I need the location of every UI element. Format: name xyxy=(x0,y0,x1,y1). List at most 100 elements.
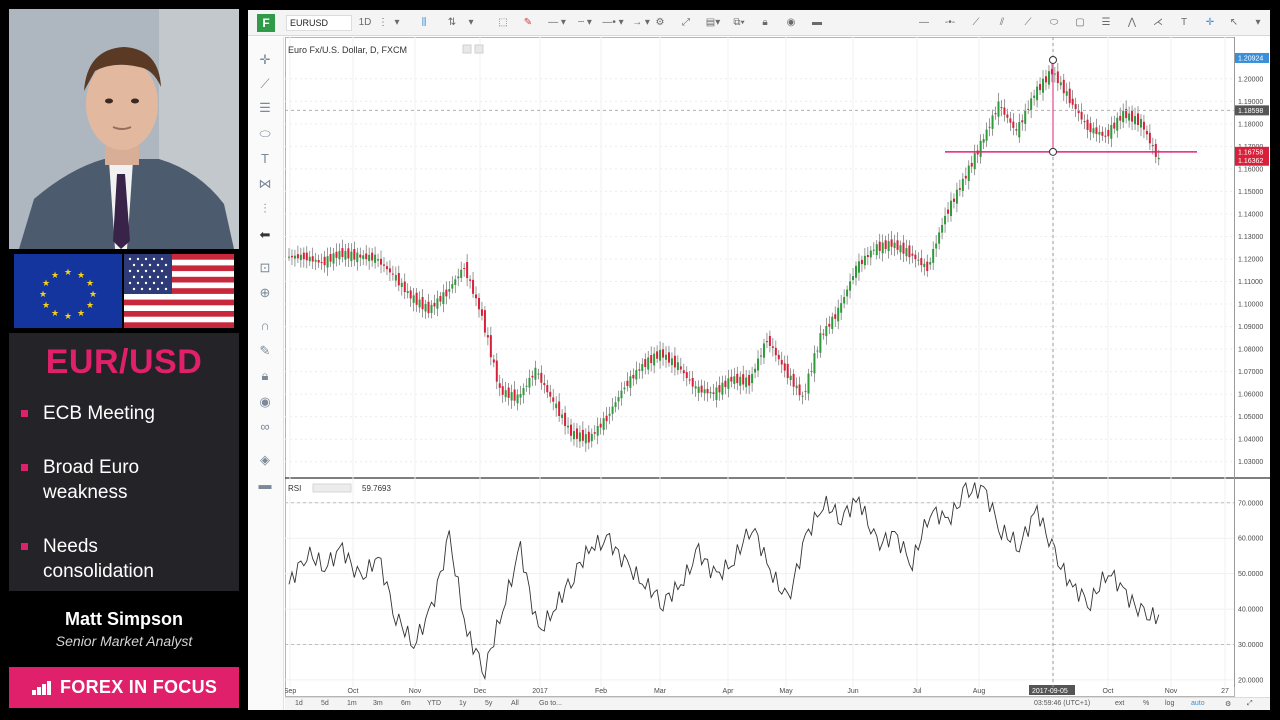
svg-text:★: ★ xyxy=(86,301,94,311)
settings-icon[interactable] xyxy=(462,44,472,54)
trendline-tool-icon[interactable]: ⟋ xyxy=(256,75,274,93)
pen-icon[interactable]: ✎ xyxy=(520,14,536,32)
candle-body xyxy=(1134,116,1137,125)
timeframe-1m[interactable]: 1m xyxy=(347,700,357,707)
timeframe-ytd[interactable]: YTD xyxy=(427,700,441,707)
crosshair-tool-icon[interactable]: ✛ xyxy=(256,51,274,69)
candle-body xyxy=(727,378,730,389)
line-style-icon[interactable]: — ▾ xyxy=(544,14,570,32)
candle-body xyxy=(1083,121,1086,123)
trash-icon[interactable]: ▬ xyxy=(809,14,825,32)
eye-icon[interactable]: ◉ xyxy=(783,14,799,32)
time-tick-label: Oct xyxy=(1103,688,1114,695)
timeframe-5y[interactable]: 5y xyxy=(485,700,492,707)
rsi-settings-icon[interactable] xyxy=(312,483,352,493)
path-icon[interactable]: ⋌ xyxy=(1150,14,1166,32)
horizontal-line-icon[interactable]: — xyxy=(916,14,932,32)
timeframe-all[interactable]: All xyxy=(511,700,519,707)
time-tick-label: Nov xyxy=(409,688,422,695)
link-icon[interactable]: ∞ xyxy=(256,418,274,436)
line-width-icon[interactable]: ┄ ▾ xyxy=(572,14,598,32)
more-icon[interactable]: ⋮ xyxy=(378,14,388,32)
candle-body xyxy=(489,335,492,358)
candle-body xyxy=(546,385,549,393)
magnet-icon[interactable]: ∩ xyxy=(256,317,274,335)
fib-icon[interactable]: ☰ xyxy=(1098,14,1114,32)
timeframe-5d[interactable]: 5d xyxy=(321,700,329,707)
candle-body xyxy=(938,232,941,244)
settings-icon[interactable]: ⚙ xyxy=(1225,700,1231,708)
ray-icon[interactable]: -•- xyxy=(942,14,958,32)
bullet-text: ECB Meeting xyxy=(43,403,155,424)
candle-body xyxy=(567,425,570,428)
crosshair-icon[interactable]: ✛ xyxy=(1202,14,1218,32)
interval-button[interactable]: 1D xyxy=(358,14,372,32)
timeframe-1d[interactable]: 1d xyxy=(295,700,303,707)
timeframe-3m[interactable]: 3m xyxy=(373,700,383,707)
chevron-down-icon[interactable]: ▾ xyxy=(392,14,402,32)
line-end-icon[interactable]: —• ▾ xyxy=(600,14,626,32)
back-arrow-icon[interactable]: ⬅ xyxy=(256,226,274,244)
layers-icon[interactable]: ▤▾ xyxy=(704,14,722,32)
shape-tool-icon[interactable]: ⬭ xyxy=(256,125,274,143)
projection-tool-icon[interactable]: ⫶ xyxy=(256,200,274,218)
trash-tool-icon[interactable]: ▬ xyxy=(256,476,274,494)
candle-body xyxy=(460,269,463,278)
symbol-input[interactable] xyxy=(286,15,352,31)
timeframe-1y[interactable]: 1y xyxy=(459,700,466,707)
layers-tool-icon[interactable]: ◈ xyxy=(256,451,274,469)
candle-body xyxy=(528,377,531,388)
candle-body xyxy=(926,261,929,272)
goto-date-button[interactable]: Go to... xyxy=(539,700,562,707)
candle-body xyxy=(1033,95,1036,98)
candle-body xyxy=(611,406,614,414)
chart-area[interactable]: 1.200001.190001.180001.170001.160001.150… xyxy=(285,37,1270,697)
copy-icon[interactable]: ⧉▾ xyxy=(730,14,748,32)
brush-icon[interactable]: ⟋ xyxy=(1020,14,1036,32)
hide-drawings-icon[interactable]: ◉ xyxy=(256,393,274,411)
candle-body xyxy=(629,376,632,388)
rectangle-icon[interactable]: ▢ xyxy=(1072,14,1088,32)
indicators-icon[interactable]: ⬚ xyxy=(495,14,511,32)
ext-toggle[interactable]: ext xyxy=(1115,700,1124,707)
candle-body xyxy=(647,357,650,370)
app-logo[interactable]: F xyxy=(257,14,275,32)
settings-icon[interactable]: ⚙ xyxy=(652,14,668,32)
svg-text:★: ★ xyxy=(39,290,47,300)
candle-body xyxy=(1039,83,1042,91)
cursor-icon[interactable]: ↖ xyxy=(1226,14,1242,32)
candle-body xyxy=(457,276,460,279)
measure-tool-icon[interactable]: ⊡ xyxy=(256,259,274,277)
draw-mode-icon[interactable]: ✎ xyxy=(256,342,274,360)
candle-body xyxy=(875,244,878,256)
lock-drawings-icon[interactable]: 🔒︎ xyxy=(256,367,274,385)
percent-toggle[interactable]: % xyxy=(1143,700,1149,707)
fib-tool-icon[interactable]: ☰ xyxy=(256,99,274,117)
lock-icon[interactable]: 🔒︎ xyxy=(757,14,773,32)
ellipse-icon[interactable]: ⬭ xyxy=(1046,14,1062,32)
candle-body xyxy=(1047,71,1050,85)
snapshot-icon[interactable]: ⤢ xyxy=(678,14,694,32)
channel-icon[interactable]: ⫽ xyxy=(994,14,1010,32)
auto-toggle[interactable]: auto xyxy=(1191,700,1205,707)
candle-body xyxy=(777,354,780,360)
candle-body xyxy=(866,255,869,257)
compare-icon[interactable]: ⇅ xyxy=(444,14,460,32)
arrow-icon[interactable]: → ▾ xyxy=(628,14,654,32)
chevron-down-icon[interactable]: ▾ xyxy=(1252,14,1264,32)
trendline-icon[interactable]: ⟋ xyxy=(968,14,984,32)
pattern-tool-icon[interactable]: ⋈ xyxy=(256,175,274,193)
pattern-icon[interactable]: ⋀ xyxy=(1124,14,1140,32)
timeframe-6m[interactable]: 6m xyxy=(401,700,411,707)
text-tool-icon[interactable]: T xyxy=(256,150,274,168)
log-toggle[interactable]: log xyxy=(1165,700,1174,707)
candle-body xyxy=(475,294,478,299)
chevron-down-icon[interactable]: ▾ xyxy=(466,14,476,32)
text-icon[interactable]: T xyxy=(1176,14,1192,32)
fullscreen-icon[interactable]: ⤢ xyxy=(1247,700,1253,708)
candles-icon[interactable]: ⫼ xyxy=(416,14,432,32)
candle-body xyxy=(320,262,323,264)
price-tick-label: 1.11000 xyxy=(1238,279,1263,286)
close-icon[interactable] xyxy=(474,44,484,54)
zoom-tool-icon[interactable]: ⊕ xyxy=(256,284,274,302)
